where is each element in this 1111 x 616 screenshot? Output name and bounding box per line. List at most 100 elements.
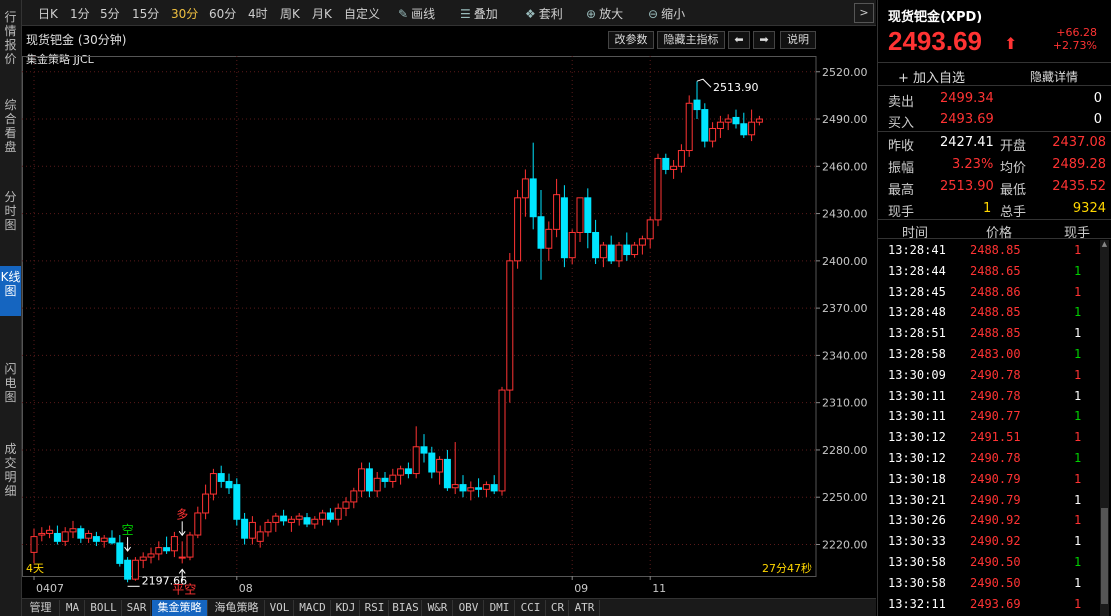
high-label: 2513.90 xyxy=(713,81,759,94)
current-price: 2493.69 xyxy=(888,26,982,56)
trade-time: 13:30:21 xyxy=(888,492,946,507)
chevron-right-icon[interactable]: > xyxy=(854,3,874,23)
left-tab-ticks[interactable]: 成交明细 xyxy=(0,440,21,500)
zoom-in-button[interactable]: ⊕ 放大 xyxy=(586,5,623,22)
indicator-tab-cci[interactable]: CCI xyxy=(516,600,546,616)
indicator-tab-4[interactable]: 集金策略 xyxy=(152,600,208,616)
left-tab-overview[interactable]: 综合看盘 xyxy=(0,96,21,156)
draw-line-button[interactable]: ✎ 画线 xyxy=(398,5,435,22)
indicator-tab-ma[interactable]: MA xyxy=(61,600,85,616)
period-15min[interactable]: 15分 xyxy=(132,5,159,22)
sell-price: 2499.34 xyxy=(940,91,994,106)
change-params-button[interactable]: 改参数 xyxy=(608,31,654,49)
candle-body xyxy=(685,102,693,152)
indicator-tab-vol[interactable]: VOL xyxy=(266,600,294,616)
x-tick-label: 09 xyxy=(574,582,588,595)
candle-body xyxy=(334,507,342,520)
trade-price: 2490.78 xyxy=(970,388,1021,403)
kline-chart[interactable]: 2220.00 2250.00 2280.00 2310.00 2340.00 2370.… xyxy=(22,56,876,598)
period-1min[interactable]: 1分 xyxy=(70,5,90,22)
trade-price: 2488.85 xyxy=(970,326,1021,341)
period-5min[interactable]: 5分 xyxy=(100,5,120,22)
candle-body xyxy=(248,521,256,539)
indicator-tab-sar[interactable]: SAR xyxy=(123,600,151,616)
trade-row: 13:28:58 2483.00 1 xyxy=(878,344,1098,365)
hide-detail-button[interactable]: 隐藏详情 xyxy=(1030,68,1078,85)
avg-label: 均价 xyxy=(1000,161,1027,176)
y-tick-label: 2490.00 xyxy=(822,113,868,126)
arbitrage-label: 套利 xyxy=(538,7,563,21)
trade-time: 13:30:26 xyxy=(888,513,946,528)
candle-body xyxy=(521,178,529,199)
help-button[interactable]: 说明 xyxy=(780,31,816,49)
add-favorite-button[interactable]: + 加入自选 xyxy=(898,67,965,86)
indicator-tab-rsi[interactable]: RSI xyxy=(361,600,389,616)
candle-body xyxy=(506,260,514,391)
candle-body xyxy=(319,512,327,520)
trade-volume: 1 xyxy=(1074,513,1082,528)
arbitrage-button[interactable]: ❖ 套利 xyxy=(525,5,563,22)
candle-body xyxy=(389,474,397,482)
candle-body xyxy=(233,484,241,520)
arrow-right-icon[interactable]: ➡ xyxy=(753,31,775,49)
indicator-tab-5[interactable]: 海龟策略 xyxy=(209,600,265,616)
zoom-out-button[interactable]: ⊖ 缩小 xyxy=(648,5,685,22)
stack-icon: ☰ xyxy=(460,7,471,21)
indicator-tab-boll[interactable]: BOLL xyxy=(86,600,122,616)
indicator-tab-kdj[interactable]: KDJ xyxy=(332,600,360,616)
hide-main-indicator-button[interactable]: 隐藏主指标 xyxy=(657,31,725,49)
candle-body xyxy=(599,244,607,259)
period-custom[interactable]: 自定义 xyxy=(344,5,380,22)
trade-row: 13:30:18 2490.79 1 xyxy=(878,469,1098,490)
candle-body xyxy=(670,165,678,170)
y-tick-label: 2310.00 xyxy=(822,397,868,410)
scroll-thumb[interactable] xyxy=(1101,508,1108,604)
period-4h[interactable]: 4时 xyxy=(248,5,268,22)
scrollbar[interactable]: ▲ xyxy=(1100,240,1109,616)
indicator-tab-macd[interactable]: MACD xyxy=(295,600,331,616)
candle-body xyxy=(638,238,646,246)
candle-body xyxy=(459,484,467,492)
quote-actions: + 加入自选 隐藏详情 xyxy=(878,62,1111,86)
trade-time: 13:28:51 xyxy=(888,326,946,341)
indicator-tab-wr[interactable]: W&R xyxy=(423,600,453,616)
left-tab-bar: 行情报价综合看盘分时图 K线图闪电图成交明细 xyxy=(0,0,22,616)
symbol-name: 现货钯金(XPD) xyxy=(888,10,983,25)
indicator-tab-0[interactable]: 管理 xyxy=(22,600,60,616)
period-60min[interactable]: 60分 xyxy=(209,5,236,22)
candle-body xyxy=(163,547,171,552)
indicator-tab-cr[interactable]: CR xyxy=(547,600,569,616)
trade-row: 13:30:26 2490.92 1 xyxy=(878,510,1098,531)
low-label: 最低 xyxy=(1000,183,1027,198)
trade-row: 13:30:58 2490.50 1 xyxy=(878,552,1098,573)
overlay-button[interactable]: ☰ 叠加 xyxy=(460,5,498,22)
left-tab-kline[interactable]: K线图 xyxy=(0,266,21,316)
trade-price: 2490.79 xyxy=(970,471,1021,486)
left-tab-timeshare[interactable]: 分时图 xyxy=(0,188,21,234)
scroll-up-icon[interactable]: ▲ xyxy=(1100,240,1109,250)
trade-volume: 1 xyxy=(1074,388,1082,403)
arrow-left-icon[interactable]: ⬅ xyxy=(728,31,750,49)
y-tick-label: 2520.00 xyxy=(822,66,868,79)
left-tab-quotes[interactable]: 行情报价 xyxy=(0,8,21,68)
candle-body xyxy=(646,219,654,240)
amplitude-row: 振幅 3.23% 均价 2489.28 xyxy=(878,154,1111,176)
period-30min[interactable]: 30分 xyxy=(171,5,198,22)
indicator-tab-dmi[interactable]: DMI xyxy=(485,600,515,616)
indicator-tab-bias[interactable]: BIAS xyxy=(390,600,422,616)
high-low-row: 最高 2513.90 最低 2435.52 xyxy=(878,176,1111,198)
period-day[interactable]: 日K xyxy=(38,5,58,22)
candle-body xyxy=(545,228,553,249)
indicator-tab-atr[interactable]: ATR xyxy=(570,600,600,616)
left-tab-flash[interactable]: 闪电图 xyxy=(0,360,21,406)
period-month[interactable]: 月K xyxy=(312,5,332,22)
candle-body xyxy=(30,536,38,553)
amplitude-label: 振幅 xyxy=(888,161,915,176)
trade-row: 13:30:09 2490.78 1 xyxy=(878,365,1098,386)
trade-volume: 1 xyxy=(1074,534,1082,549)
trade-time: 13:30:58 xyxy=(888,555,946,569)
trade-row: 13:28:41 2488.85 1 xyxy=(878,240,1098,261)
period-week[interactable]: 周K xyxy=(280,5,300,22)
indicator-tab-obv[interactable]: OBV xyxy=(454,600,484,616)
candle-body xyxy=(443,458,451,489)
